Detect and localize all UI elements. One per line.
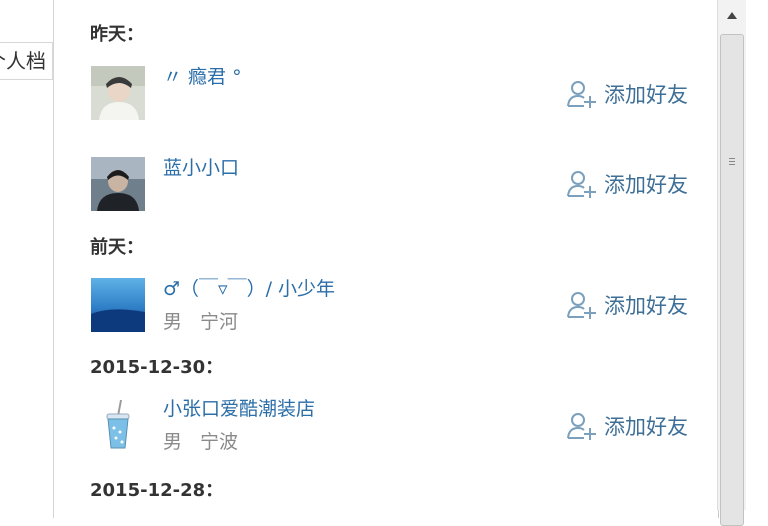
add-friend-icon — [567, 81, 596, 108]
date-header-yesterday: 昨天： — [90, 24, 144, 45]
user-gender: 男 — [163, 311, 183, 333]
add-friend-icon — [567, 292, 596, 319]
add-friend-label: 添加好友 — [604, 83, 688, 107]
scroll-up-button[interactable] — [718, 0, 746, 30]
add-friend-label: 添加好友 — [604, 173, 688, 197]
right-gutter — [746, 0, 768, 510]
add-friend-icon — [567, 171, 596, 198]
avatar[interactable] — [91, 398, 145, 452]
avatar[interactable] — [91, 66, 145, 120]
date-header-day-before: 前天： — [90, 237, 144, 258]
vertical-scrollbar[interactable] — [717, 0, 746, 526]
user-name-link[interactable]: 小张口爱酷潮装店 — [163, 394, 315, 421]
user-name-link[interactable]: ♂（￣▿￣）/ 小少年 — [163, 274, 335, 301]
add-friend-button[interactable]: 添加好友 — [566, 168, 688, 200]
scroll-thumb[interactable] — [720, 34, 744, 526]
user-location: 宁波 — [200, 431, 239, 453]
profile-tab[interactable]: 个人档 — [0, 42, 53, 80]
background-page-strip: 个人档 — [0, 0, 53, 510]
user-location: 宁河 — [200, 311, 239, 333]
add-friend-button[interactable]: 添加好友 — [566, 410, 688, 442]
user-gender: 男 — [163, 431, 183, 453]
user-name-link[interactable]: 蓝小小口 — [163, 153, 239, 180]
avatar[interactable] — [91, 278, 145, 332]
add-friend-button[interactable]: 添加好友 — [566, 78, 688, 110]
add-friend-button[interactable]: 添加好友 — [566, 289, 688, 321]
user-name-link[interactable]: 〃 瘾君 ° — [163, 62, 242, 89]
user-info: 男宁波 — [163, 427, 238, 454]
avatar[interactable] — [91, 157, 145, 211]
add-friend-icon — [567, 413, 596, 440]
user-info: 男宁河 — [163, 307, 238, 334]
add-friend-label: 添加好友 — [604, 415, 688, 439]
date-header-2015-12-28: 2015-12-28： — [90, 480, 224, 501]
visitor-list-panel: 昨天： 〃 瘾君 ° 添加好友 蓝小小口 添加好友 前天： ♂（￣▿￣）/ 小少… — [53, 0, 719, 518]
profile-tab-label: 个人档 — [0, 49, 46, 73]
grip-icon — [729, 156, 735, 167]
date-header-2015-12-30: 2015-12-30： — [90, 357, 224, 378]
arrow-up-icon — [727, 11, 737, 19]
add-friend-label: 添加好友 — [604, 294, 688, 318]
